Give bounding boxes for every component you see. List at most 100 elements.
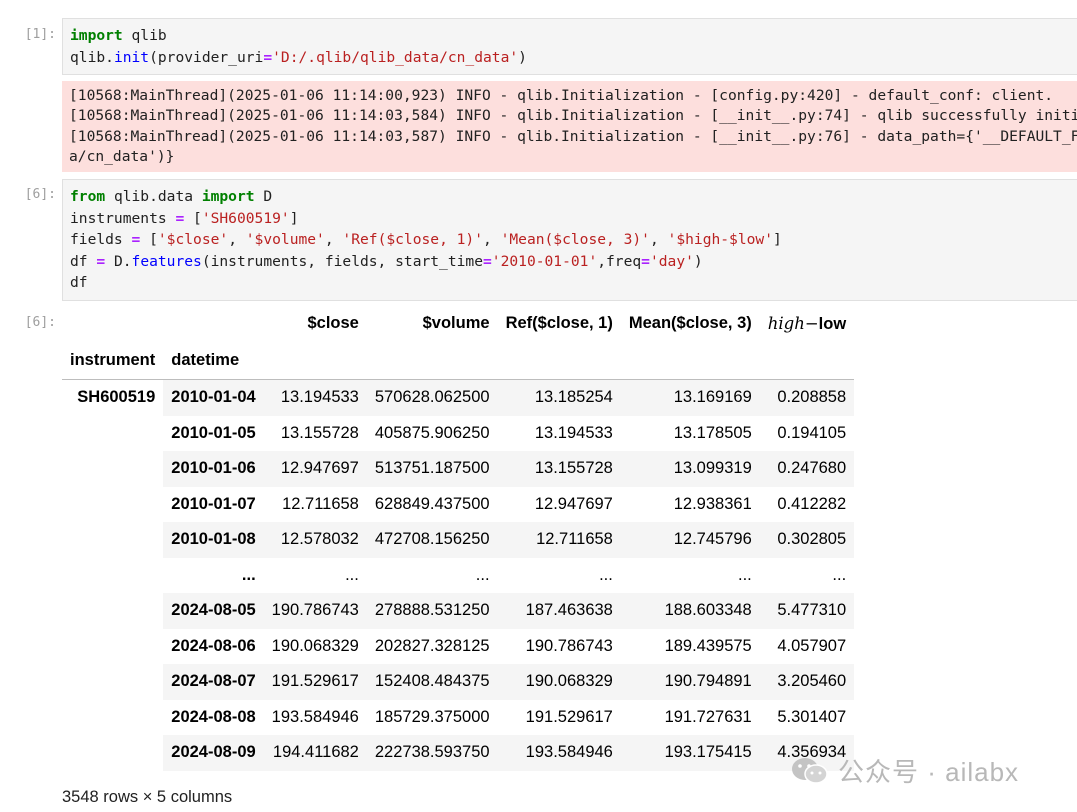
table-cell: 152408.484375 (366, 664, 498, 700)
table-cell: 0.302805 (759, 522, 855, 558)
column-header: Mean($close, 3) (628, 314, 752, 332)
dataframe-table: $close $volume Ref($close, 1) Mean($clos… (62, 305, 855, 771)
column-header: $close (307, 314, 359, 332)
table-cell: 222738.593750 (366, 735, 498, 771)
code-token: qlib (70, 48, 106, 66)
table-cell: 13.155728 (497, 451, 621, 487)
index-datetime: 2024-08-09 (163, 735, 264, 771)
table-cell: 3.205460 (759, 664, 855, 700)
blank-header (759, 342, 855, 380)
code-token: D (254, 188, 273, 205)
code-token: = (175, 209, 185, 227)
code-token: '$volume' (245, 231, 325, 248)
code-token: from (70, 188, 106, 205)
code-token: , (649, 231, 668, 248)
table-cell: 194.411682 (263, 735, 367, 771)
cell-1-prompt: [1]: (24, 27, 56, 42)
code-line: from qlib.data import D (70, 186, 1077, 208)
code-token: = (641, 252, 650, 270)
column-header: $volume (422, 314, 490, 332)
blank-header (163, 305, 263, 342)
table-cell: 5.301407 (777, 707, 847, 726)
table-cell: 278888.531250 (366, 593, 498, 629)
table-cell: 13.194533 (534, 423, 613, 442)
column-header-high-low: high−low (760, 305, 854, 342)
code-token: = (96, 252, 106, 270)
table-cell: 190.794891 (620, 664, 760, 700)
table-cell: 188.603348 (620, 593, 760, 629)
table-cell: 12.711658 (282, 494, 359, 513)
table-cell: 0.412282 (777, 494, 847, 513)
table-cell: 12.947697 (534, 494, 613, 513)
table-cell: 472708.156250 (366, 522, 498, 558)
index-datetime: ... (241, 565, 256, 584)
watermark: 公众号 · ailabx (790, 752, 1019, 789)
table-row: 2024-08-08 193.584946 185729.375000 191.529… (62, 700, 854, 736)
table-cell: ... (832, 565, 847, 584)
code-token: '$high-$low' (667, 231, 773, 248)
index-name-datetime: datetime (163, 342, 264, 380)
blank-header (263, 342, 367, 380)
log-line: [10568:MainThread](2025-01-06 11:14:00,9… (69, 87, 1054, 104)
code-token: df (70, 252, 97, 270)
table-cell: 190.068329 (271, 636, 359, 655)
index-datetime: 2024-08-05 (163, 593, 264, 629)
blank-header (620, 342, 760, 380)
table-cell: 191.529617 (263, 664, 367, 700)
index-datetime: 2010-01-06 (163, 451, 264, 487)
index-name-instrument: instrument (62, 342, 164, 380)
dataframe-shape-footer: 3548 rows × 5 columns (62, 788, 233, 806)
table-cell: ... (345, 565, 359, 584)
cell-2-code-editor[interactable]: from qlib.data import Dinstruments = ['S… (62, 179, 1077, 301)
code-token: [ (140, 231, 158, 248)
table-cell: 193.584946 (497, 735, 621, 771)
table-cell: 13.178505 (673, 423, 752, 442)
code-token: (provider_uri (149, 48, 264, 66)
cell-1-code-editor[interactable]: import qlib qlib.init(provider_uri='D:/.q… (62, 18, 1077, 75)
table-cell: 193.175415 (620, 735, 760, 771)
code-token: fields (70, 231, 132, 248)
code-token: qlib.data (105, 188, 202, 205)
table-row: .................. (62, 558, 854, 594)
cell-2-prompt: [6]: (24, 187, 56, 202)
code-token: 'day' (649, 252, 694, 270)
code-token: init (113, 48, 150, 66)
table-cell: 190.068329 (497, 664, 621, 700)
table-row: 2024-08-07 191.529617 152408.484375 190.068… (62, 664, 855, 700)
index-header-row: instrument datetime (62, 342, 855, 380)
table-cell: 189.439575 (664, 636, 752, 655)
code-token: 'SH600519' (201, 209, 290, 227)
table-cell: 12.711658 (497, 522, 621, 558)
code-token: D (105, 252, 123, 270)
table-cell: 513751.187500 (366, 451, 498, 487)
table-row: 2010-01-06 12.947697 513751.187500 13.15572… (62, 451, 855, 487)
table-cell: 0.247680 (759, 451, 855, 487)
cell-1-stderr-output: [10568:MainThread](2025-01-06 11:14:00,9… (62, 81, 1077, 173)
code-line: import qlib (70, 25, 1077, 47)
table-cell: 187.463638 (497, 593, 621, 629)
table-cell: ... (737, 565, 752, 584)
table-cell: 13.099319 (620, 451, 760, 487)
index-datetime: 2010-01-05 (171, 423, 256, 442)
table-cell: 13.194533 (263, 379, 367, 416)
table-cell: 13.155728 (280, 423, 359, 442)
blank-header (62, 305, 163, 342)
code-token: . (122, 252, 132, 270)
table-cell: 202827.328125 (374, 636, 490, 655)
table-row: 2024-08-09 194.411682 222738.593750 193.584… (62, 735, 855, 771)
table-cell: 405875.906250 (374, 423, 490, 442)
code-line: fields = ['$close', '$volume', 'Ref($clo… (70, 229, 1077, 251)
table-cell: 190.786743 (263, 593, 367, 629)
log-line: a/cn_data')} (69, 147, 175, 165)
code-token: ) (518, 48, 527, 66)
code-token: ] (772, 231, 782, 248)
code-token: ] (289, 209, 299, 227)
wechat-icon (790, 756, 830, 786)
code-token: . (105, 48, 114, 66)
table-cell: 0.194105 (777, 423, 847, 442)
column-header-minus: − (804, 313, 819, 333)
column-header-low: low (818, 314, 847, 333)
code-line: df = D.features(instruments, fields, sta… (70, 251, 1077, 273)
watermark-text: 公众号 · ailabx (838, 757, 1020, 787)
table-row: 2024-08-06 190.068329 202827.328125 190.786… (62, 629, 854, 665)
